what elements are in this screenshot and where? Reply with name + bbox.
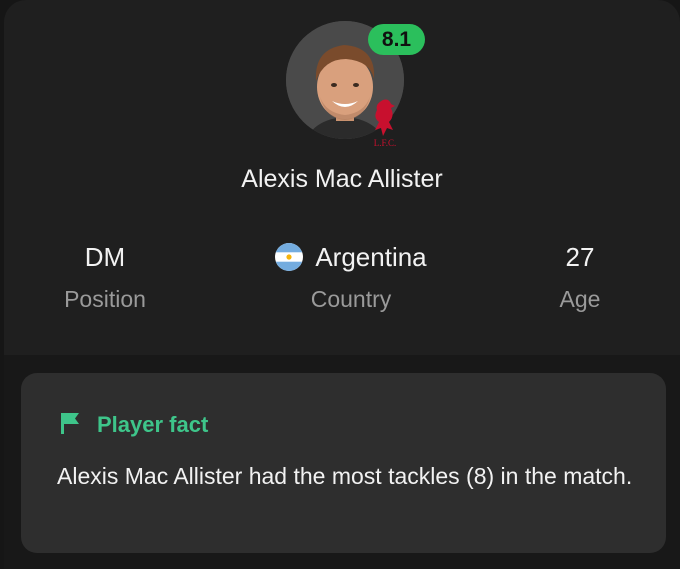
club-badge-text: L.F.C. [374,138,397,148]
fact-text: Alexis Mac Allister had the most tackles… [57,463,633,489]
player-name: Alexis Mac Allister [241,165,443,193]
stat-age: 27 Age [524,240,636,314]
player-fact-card: Player fact Alexis Mac Allister had the … [21,373,666,553]
player-card: 8.1 L.F.C. Alexis Mac Allister DM Positi… [4,0,680,569]
position-label: Position [64,286,146,312]
argentina-flag-icon [275,243,304,272]
country-label: Country [310,286,392,312]
age-label: Age [559,286,601,312]
fact-header: Player fact [59,410,208,440]
country-value: Argentina [315,242,427,272]
fact-title: Player fact [97,412,209,437]
rating-badge: 8.1 [368,24,425,55]
position-value: DM [84,242,126,272]
country-value-row: Argentina [244,240,458,274]
stat-position: DM Position [44,240,166,314]
age-value: 27 [565,242,595,272]
club-crest-icon: L.F.C. [365,96,405,150]
flag-icon [59,411,81,440]
stat-country: Argentina Country [244,240,458,314]
